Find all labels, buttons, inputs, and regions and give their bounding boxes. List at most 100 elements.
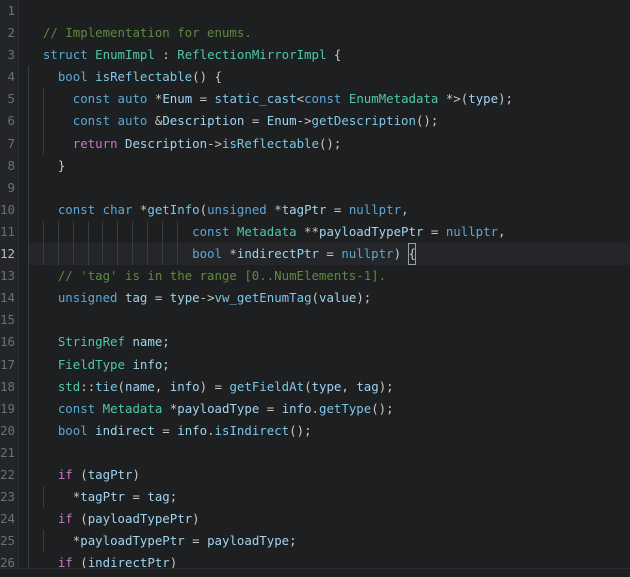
- code-line[interactable]: *payloadTypePtr = payloadType;: [28, 530, 630, 553]
- code-token-plain: );: [356, 290, 372, 306]
- indent-guide: [28, 287, 29, 310]
- indent-guide: [28, 375, 29, 398]
- code-token-keyword: nullptr: [341, 246, 394, 262]
- code-line[interactable]: *tagPtr = tag;: [28, 486, 630, 509]
- code-token-type: ReflectionMirrorImpl: [177, 47, 327, 63]
- code-token-plain: =: [154, 422, 178, 438]
- code-token-var: Description: [125, 135, 208, 151]
- indent-guide: [57, 220, 59, 244]
- line-number-gutter[interactable]: 1 2 3 4 5 6 7 8 9 10 11 12 13 14 15 16 17 18 19 20 21 22 23 24 2…: [0, 0, 18, 577]
- code-token-plain: ;: [289, 533, 297, 549]
- code-line[interactable]: bool *indirectPtr = nullptr) {: [28, 243, 630, 266]
- code-line[interactable]: struct EnumImpl : ReflectionMirrorImpl {: [28, 44, 630, 66]
- code-token-plain: ->: [296, 113, 312, 129]
- code-token-plain: ) =: [199, 378, 230, 394]
- code-token-plain: (: [311, 290, 319, 306]
- code-token-var: Enum: [162, 91, 193, 107]
- code-token-plain: =: [423, 223, 446, 239]
- code-token-control: if: [57, 511, 73, 527]
- line-number: 20: [0, 422, 15, 438]
- code-line[interactable]: [28, 0, 630, 22]
- code-token-var: payloadType: [177, 400, 260, 416]
- code-editor[interactable]: // Implementation for enums. struct Enum…: [0, 0, 630, 577]
- indent-guide: [117, 243, 119, 266]
- code-lines-container: // Implementation for enums. struct Enum…: [18, 0, 630, 577]
- code-token-plain: *: [266, 201, 282, 217]
- line-number: 8: [7, 157, 15, 173]
- code-line[interactable]: if (tagPtr): [28, 463, 630, 487]
- line-number: 19: [0, 400, 15, 416]
- code-token-plain: =: [326, 201, 349, 217]
- code-line[interactable]: [28, 441, 630, 464]
- code-line[interactable]: const Metadata **payloadTypePtr = nullpt…: [28, 220, 630, 244]
- indent-guide: [176, 243, 178, 266]
- indent-guide: [28, 441, 29, 464]
- text-cursor[interactable]: {: [408, 243, 415, 265]
- code-line[interactable]: [28, 309, 630, 332]
- code-line[interactable]: // Implementation for enums.: [28, 22, 630, 44]
- code-token-keyword: const: [72, 91, 111, 107]
- line-number: 21: [0, 444, 15, 460]
- code-token-plain: ,: [498, 223, 506, 239]
- code-token-control: if: [57, 466, 73, 482]
- code-token-plain: *: [132, 201, 148, 217]
- code-line[interactable]: unsigned tag = type->vw_getEnumTag(value…: [28, 287, 630, 310]
- code-token-plain: &: [147, 113, 163, 129]
- indent-guide: [42, 243, 44, 266]
- code-token-plain: (: [304, 378, 312, 394]
- code-token-var: payloadTypePtr: [87, 511, 193, 527]
- code-token-func: vw_getEnumTag: [214, 290, 312, 306]
- indent-guide: [28, 397, 29, 420]
- code-token-plain: ,: [401, 201, 409, 217]
- code-line[interactable]: const Metadata *payloadType = info.getTy…: [28, 397, 630, 420]
- code-token-var: type: [169, 290, 200, 306]
- line-number: 4: [7, 69, 15, 85]
- indent-guide: [28, 265, 29, 288]
- code-line[interactable]: const char *getInfo(unsigned *tagPtr = n…: [28, 198, 630, 221]
- line-number: 17: [0, 356, 15, 372]
- code-line[interactable]: // 'tag' is in the range [0..NumElements…: [28, 265, 630, 288]
- code-line[interactable]: bool isReflectable() {: [28, 66, 630, 89]
- code-token-keyword: unsigned: [57, 290, 118, 306]
- indent-guide: [28, 309, 29, 332]
- code-token-func: getFieldAt: [229, 378, 305, 394]
- indent-guide: [42, 486, 44, 509]
- code-token-plain: (: [72, 511, 88, 527]
- code-line[interactable]: bool indirect = info.isIndirect();: [28, 419, 630, 442]
- code-token-plain: =: [192, 91, 215, 107]
- code-line[interactable]: return Description->isReflectable();: [28, 132, 630, 155]
- code-line[interactable]: FieldType info;: [28, 353, 630, 376]
- code-line[interactable]: [28, 176, 630, 199]
- code-line[interactable]: std::tie(name, info) = getFieldAt(type, …: [28, 375, 630, 398]
- code-token-func: getInfo: [147, 201, 200, 217]
- code-token-var: type: [311, 378, 342, 394]
- code-line[interactable]: const auto &Description = Enum->getDescr…: [28, 110, 630, 133]
- code-token-plain: .: [311, 400, 319, 416]
- code-token-plain: ): [393, 246, 409, 262]
- code-token-keyword: const: [57, 400, 96, 416]
- indent-guide: [117, 220, 119, 244]
- code-token-plain: .: [207, 422, 215, 438]
- code-line[interactable]: }: [28, 154, 630, 177]
- code-line[interactable]: StringRef name;: [28, 331, 630, 354]
- code-line[interactable]: const auto *Enum = static_cast<const Enu…: [28, 88, 630, 111]
- code-token-plain: ();: [415, 113, 439, 129]
- indent-guide: [28, 353, 29, 376]
- indent-guide: [72, 243, 74, 266]
- indent-guide: [72, 220, 74, 244]
- indent-guide: [147, 220, 149, 244]
- indent-guide: [42, 220, 44, 244]
- code-line[interactable]: if (payloadTypePtr): [28, 508, 630, 531]
- code-token-var: indirect: [95, 422, 155, 438]
- code-editor-viewport[interactable]: // Implementation for enums. struct Enum…: [18, 0, 630, 577]
